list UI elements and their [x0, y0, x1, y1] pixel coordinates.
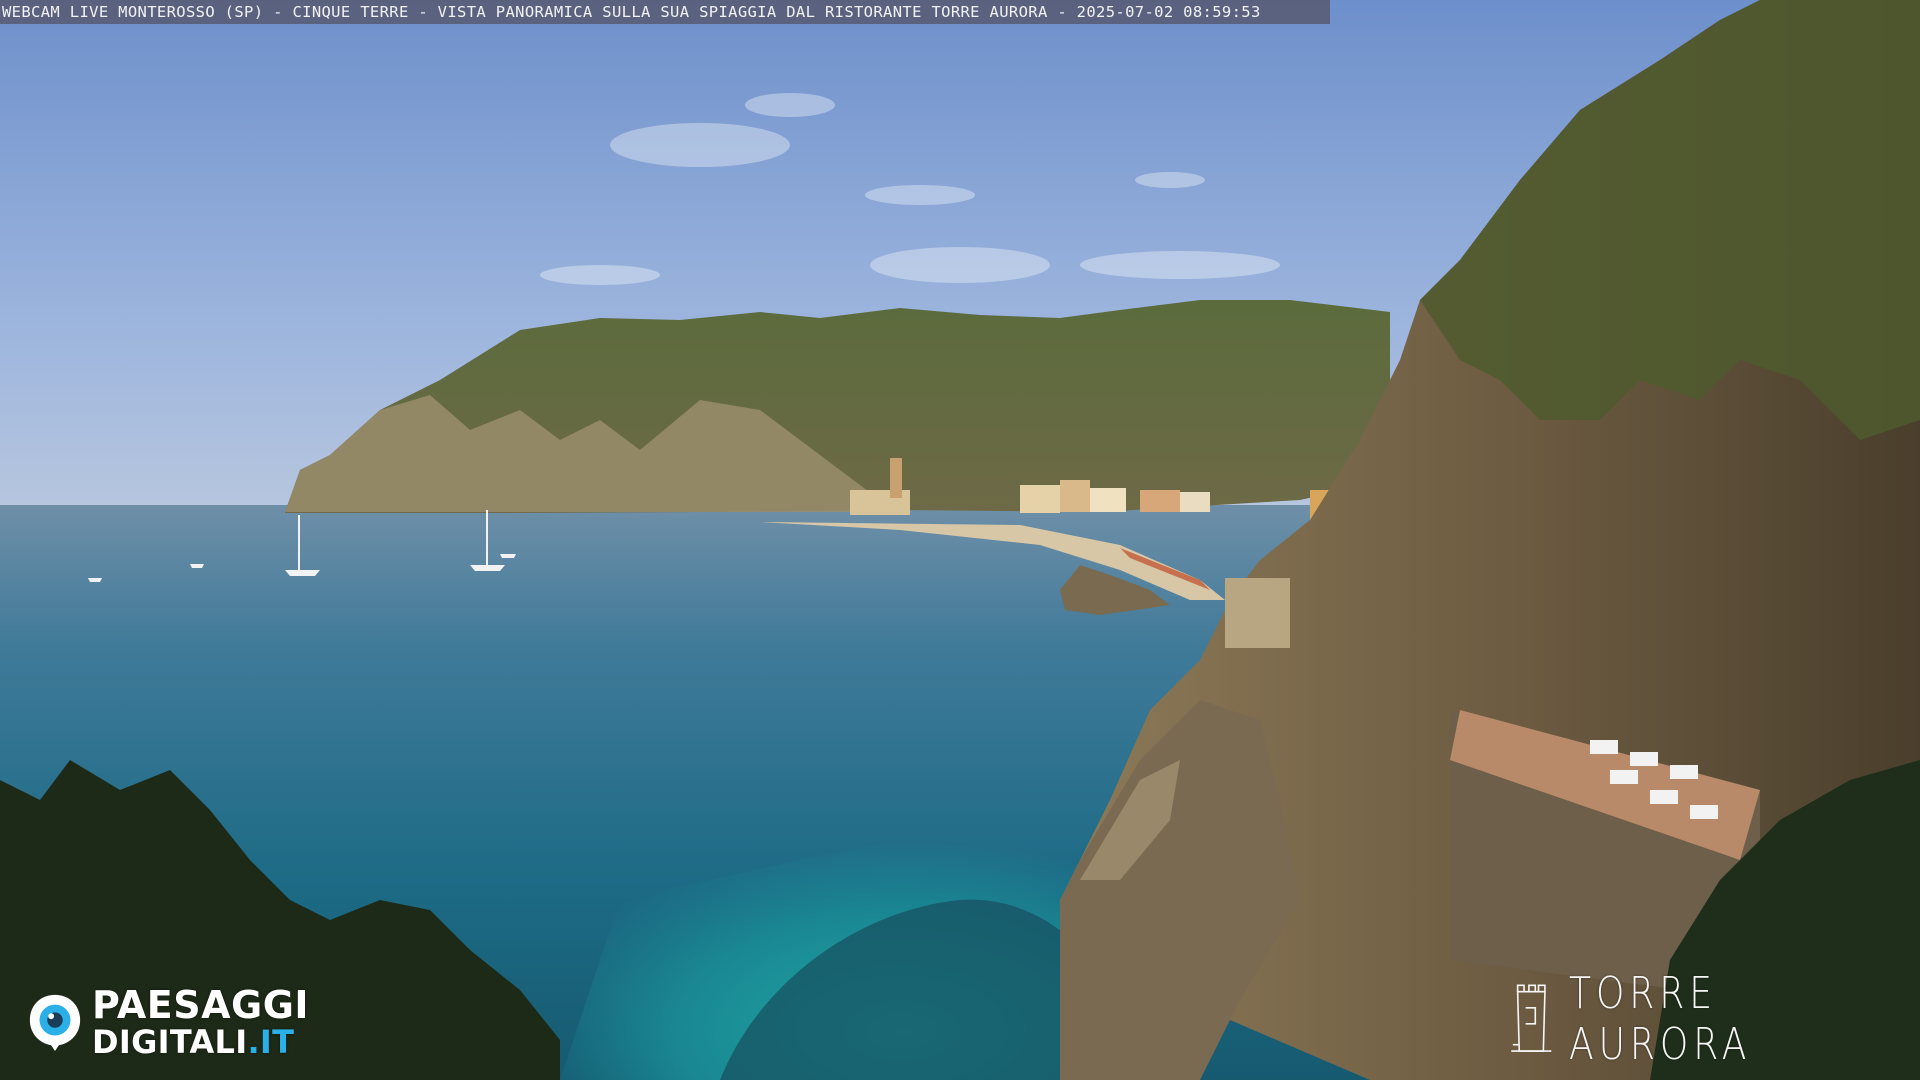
webcam-scene	[0, 0, 1920, 1080]
logo-line1: PAESAGGI	[92, 983, 310, 1027]
torre-aurora-tower	[1225, 578, 1290, 648]
tower-icon	[1511, 984, 1552, 1052]
torre-aurora-logo: TORRE AURORA	[1508, 968, 1908, 1070]
eye-icon	[29, 994, 81, 1051]
logo-wordmark: PAESAGGI DIGITALI.IT	[92, 986, 309, 1058]
logo-line2: DIGITALI.IT	[92, 1026, 309, 1058]
torre-aurora-wordmark: TORRE AURORA	[1568, 968, 1751, 1070]
webcam-caption: WEBCAM LIVE MONTEROSSO (SP) - CINQUE TER…	[0, 0, 1330, 24]
logo-line2-tld: .IT	[247, 1023, 295, 1061]
paesaggi-digitali-logo: PAESAGGI DIGITALI.IT	[26, 986, 336, 1058]
logo-line2-main: DIGITALI	[92, 1023, 248, 1061]
